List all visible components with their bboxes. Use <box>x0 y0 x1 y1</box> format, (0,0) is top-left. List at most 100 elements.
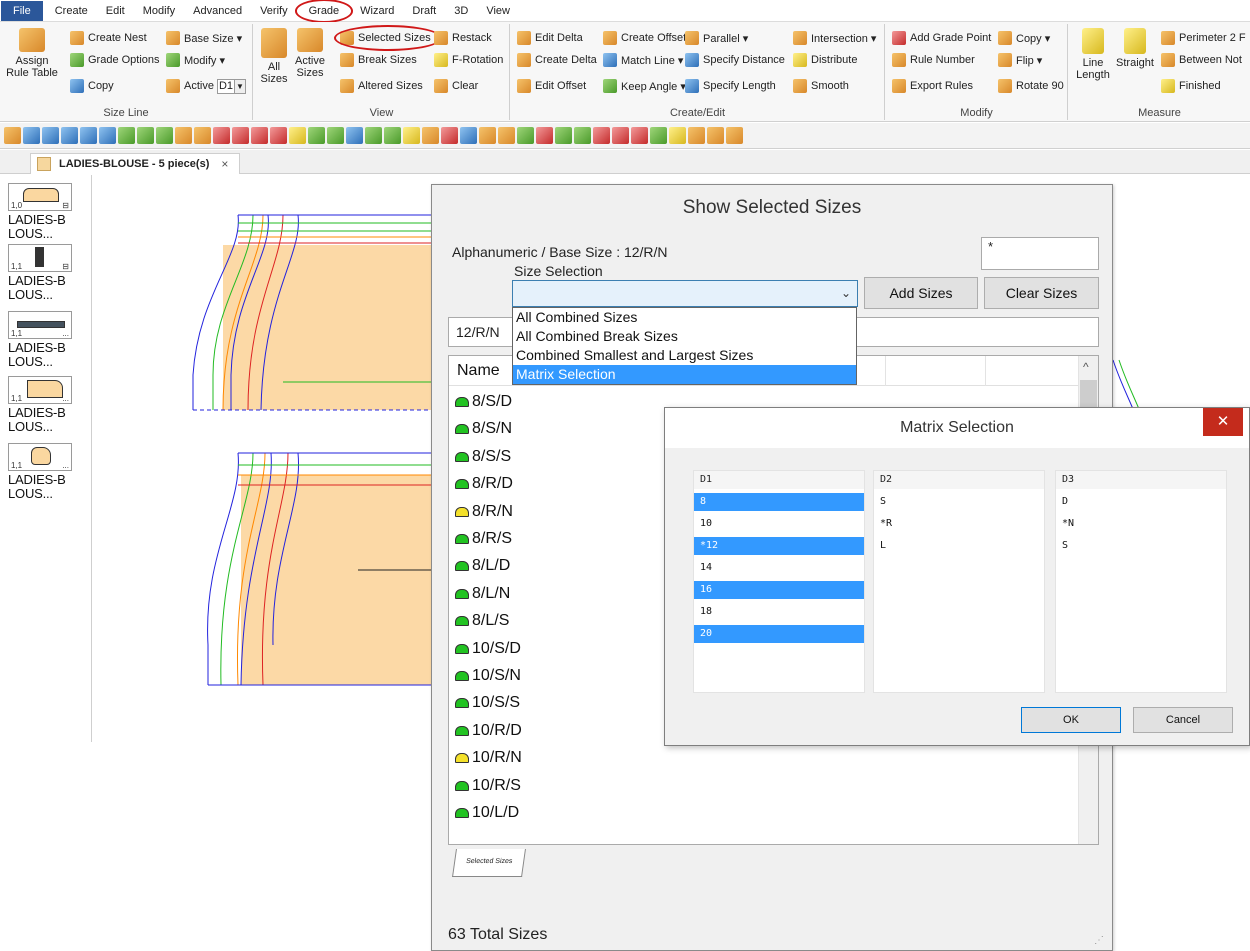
zoom-out-icon[interactable] <box>137 127 154 144</box>
dropdown-option[interactable]: All Combined Sizes <box>513 308 856 327</box>
matrix-row-selected[interactable]: 8 <box>694 493 864 511</box>
size-list-item[interactable]: 10/R/N <box>455 746 522 770</box>
menu-verify[interactable]: Verify <box>251 1 297 21</box>
size-filter-field[interactable]: * <box>981 237 1099 270</box>
save-as-icon[interactable] <box>42 127 59 144</box>
menu-edit[interactable]: Edit <box>97 1 134 21</box>
clear-button[interactable]: Clear <box>434 76 478 96</box>
distribute-button[interactable]: Distribute <box>793 50 857 70</box>
name-column-header[interactable]: Name <box>457 362 500 380</box>
rectangle-tool-icon[interactable] <box>403 127 420 144</box>
active-sizes-button[interactable]: Active Sizes <box>290 28 330 79</box>
piece-tool-icon[interactable] <box>707 127 724 144</box>
zoom-fit-icon[interactable] <box>156 127 173 144</box>
rectangle-tool-icon[interactable] <box>669 127 686 144</box>
add-sizes-button[interactable]: Add Sizes <box>864 277 978 309</box>
grade-tool-icon[interactable] <box>270 127 287 144</box>
size-list-item[interactable]: 8/S/D <box>455 390 512 414</box>
edit-delta-button[interactable]: Edit Delta <box>517 28 583 48</box>
piece-item[interactable]: 1,1 ⊟ LADIES-B LOUS... <box>8 244 84 302</box>
modify-copy-button[interactable]: Copy ▾ <box>998 28 1050 48</box>
piece-tool-icon[interactable] <box>479 127 496 144</box>
rule-number-button[interactable]: Rule Number <box>892 50 975 70</box>
create-nest-button[interactable]: Create Nest <box>70 28 147 48</box>
grade-tool-icon[interactable] <box>232 127 249 144</box>
matrix-row-selected[interactable]: *12 <box>694 537 864 555</box>
piece-tool-icon[interactable] <box>194 127 211 144</box>
break-sizes-button[interactable]: Break Sizes <box>340 50 417 70</box>
size-list-item[interactable]: 8/L/S <box>455 609 509 633</box>
grade-point-icon[interactable] <box>650 127 667 144</box>
resize-grip-icon[interactable]: ⋰ <box>1094 935 1104 946</box>
altered-sizes-button[interactable]: Altered Sizes <box>340 76 423 96</box>
cut-tool-icon[interactable] <box>441 127 458 144</box>
scroll-up-icon[interactable]: ^ <box>1083 360 1089 374</box>
menu-wizard[interactable]: Wizard <box>351 1 403 21</box>
matrix-column-d2[interactable]: D2 S *R L <box>873 470 1045 693</box>
matrix-row[interactable]: 14 <box>694 559 864 577</box>
dropdown-option[interactable]: All Combined Break Sizes <box>513 327 856 346</box>
rotate-90-button[interactable]: Rotate 90 <box>998 76 1064 96</box>
grade-tool-icon[interactable] <box>612 127 629 144</box>
create-offset-button[interactable]: Create Offset <box>603 28 686 48</box>
piece-item[interactable]: 1,1 ... LADIES-B LOUS... <box>8 376 84 434</box>
point-tool-icon[interactable] <box>327 127 344 144</box>
size-list-item[interactable]: 8/S/N <box>455 417 512 441</box>
matrix-row[interactable]: S <box>1056 537 1226 555</box>
redo-icon[interactable] <box>99 127 116 144</box>
document-tab[interactable]: LADIES-BLOUSE - 5 piece(s) × <box>30 153 240 174</box>
restack-button[interactable]: Restack <box>434 28 492 48</box>
size-list-item[interactable]: 8/R/D <box>455 472 513 496</box>
perimeter-button[interactable]: Perimeter 2 F <box>1161 28 1246 48</box>
open-icon[interactable] <box>4 127 21 144</box>
piece-tool-icon[interactable] <box>688 127 705 144</box>
matrix-column-d3[interactable]: D3 D *N S <box>1055 470 1227 693</box>
active-dropdown[interactable]: D1 <box>216 78 235 94</box>
point-tool-icon[interactable] <box>384 127 401 144</box>
menu-modify[interactable]: Modify <box>134 1 184 21</box>
menu-file[interactable]: File <box>1 0 43 21</box>
line-length-button[interactable]: Line Length <box>1073 28 1113 81</box>
assign-rule-table-button[interactable]: Assign Rule Table <box>4 28 60 79</box>
close-icon[interactable]: ✕ <box>1203 408 1243 436</box>
copy-button[interactable]: Copy <box>70 76 114 96</box>
clear-sizes-button[interactable]: Clear Sizes <box>984 277 1099 309</box>
zoom-in-icon[interactable] <box>118 127 135 144</box>
line-tool-icon[interactable] <box>346 127 363 144</box>
menu-3d[interactable]: 3D <box>445 1 477 21</box>
piece-item[interactable]: 1,1 ... LADIES-B LOUS... <box>8 311 84 369</box>
size-list-item[interactable]: 10/S/D <box>455 637 521 661</box>
scroll-thumb[interactable] <box>1080 380 1097 410</box>
grade-options-button[interactable]: Grade Options <box>70 50 160 70</box>
grade-point-icon[interactable] <box>517 127 534 144</box>
matrix-row-selected[interactable]: 16 <box>694 581 864 599</box>
flip-button[interactable]: Flip ▾ <box>998 50 1042 70</box>
piece-tool-icon[interactable] <box>498 127 515 144</box>
export-rules-button[interactable]: Export Rules <box>892 76 973 96</box>
intersection-button[interactable]: Intersection ▾ <box>793 28 876 48</box>
active-dropdown-arrow-icon[interactable]: ▼ <box>234 78 246 94</box>
ok-button[interactable]: OK <box>1021 707 1121 733</box>
specify-distance-button[interactable]: Specify Distance <box>685 50 785 70</box>
piece-tool-icon[interactable] <box>175 127 192 144</box>
menu-draft[interactable]: Draft <box>403 1 445 21</box>
matrix-column-d1[interactable]: D1 8 10 *12 14 16 18 20 <box>693 470 865 693</box>
matrix-row-selected[interactable]: 20 <box>694 625 864 643</box>
size-list-item[interactable]: 10/S/N <box>455 664 521 688</box>
grade-tool-icon[interactable] <box>631 127 648 144</box>
grade-tool-icon[interactable] <box>213 127 230 144</box>
tab-selected-sizes[interactable]: Selected Sizes <box>452 849 526 877</box>
grade-tool-icon[interactable] <box>251 127 268 144</box>
size-list-item[interactable]: 10/S/S <box>455 691 520 715</box>
size-list-item[interactable]: 10/R/D <box>455 719 522 743</box>
straight-button[interactable]: Straight <box>1113 28 1157 69</box>
all-sizes-button[interactable]: All Sizes <box>256 28 292 85</box>
grade-point-icon[interactable] <box>555 127 572 144</box>
f-rotation-button[interactable]: F-Rotation <box>434 50 503 70</box>
base-size-button[interactable]: Base Size ▾ <box>166 28 242 48</box>
size-list-item[interactable]: 10/L/D <box>455 801 519 825</box>
size-list-item[interactable]: 10/R/S <box>455 774 521 798</box>
size-list-item[interactable]: 8/S/S <box>455 445 511 469</box>
undo-icon[interactable] <box>80 127 97 144</box>
piece-tool-icon[interactable] <box>726 127 743 144</box>
